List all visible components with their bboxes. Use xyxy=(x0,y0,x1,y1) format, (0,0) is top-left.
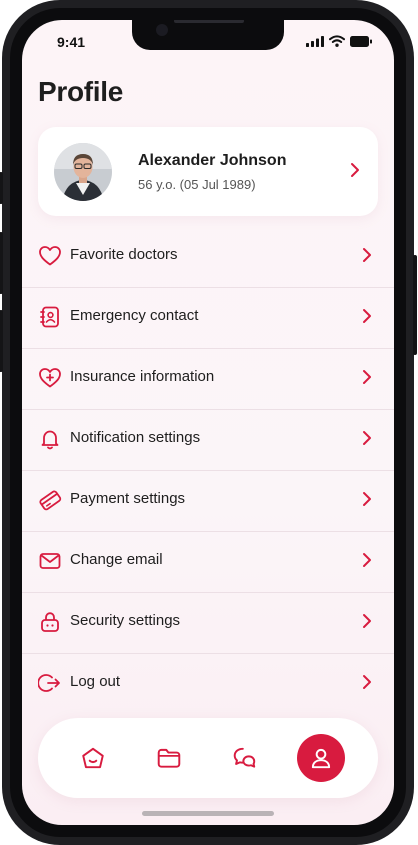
menu-item-label: Change email xyxy=(70,551,163,568)
chevron-right-icon xyxy=(363,370,371,384)
contact-book-icon xyxy=(40,306,59,328)
menu-item-label: Log out xyxy=(70,673,121,690)
chevron-right-icon xyxy=(363,553,371,567)
nav-chat[interactable] xyxy=(229,742,261,774)
chevron-right-icon xyxy=(363,431,371,445)
front-camera xyxy=(156,24,168,36)
screen: 9:41 Profile Alexander Johnson 56 y.o. (… xyxy=(22,20,394,825)
nav-documents[interactable] xyxy=(153,742,185,774)
chevron-right-icon xyxy=(363,492,371,506)
profile-menu: Favorite doctors Emergency contact Insur… xyxy=(22,227,394,714)
power-button xyxy=(413,255,417,355)
profile-age: 56 y.o. (05 Jul 1989) xyxy=(138,177,256,192)
speaker-grille xyxy=(174,20,244,23)
lock-icon xyxy=(41,612,59,632)
heart-icon xyxy=(39,246,61,266)
menu-item-label: Notification settings xyxy=(70,429,201,446)
menu-item-payment-settings[interactable]: Payment settings xyxy=(22,471,394,532)
card-icon xyxy=(39,490,62,511)
chat-icon xyxy=(233,747,256,768)
avatar xyxy=(54,143,112,201)
battery-icon xyxy=(350,35,372,47)
menu-item-favorite-doctors[interactable]: Favorite doctors xyxy=(22,227,394,288)
profile-card[interactable]: Alexander Johnson 56 y.o. (05 Jul 1989) xyxy=(38,127,378,216)
nav-home[interactable] xyxy=(77,742,109,774)
chevron-right-icon xyxy=(363,248,371,262)
menu-item-label: Payment settings xyxy=(70,490,186,507)
bell-icon xyxy=(41,430,59,450)
volume-down-button xyxy=(0,310,3,372)
menu-item-label: Insurance information xyxy=(70,368,215,385)
home-icon xyxy=(82,747,104,769)
menu-item-insurance-information[interactable]: Insurance information xyxy=(22,349,394,410)
menu-item-notification-settings[interactable]: Notification settings xyxy=(22,410,394,471)
folder-icon xyxy=(157,748,181,768)
mute-switch xyxy=(0,172,3,204)
status-icons xyxy=(306,35,372,47)
chevron-right-icon xyxy=(351,163,359,177)
heart-plus-icon xyxy=(39,368,61,388)
menu-item-change-email[interactable]: Change email xyxy=(22,532,394,593)
logout-icon xyxy=(38,674,60,692)
notch xyxy=(132,20,284,50)
profile-name: Alexander Johnson xyxy=(138,152,287,169)
wifi-icon xyxy=(329,35,345,47)
menu-item-security-settings[interactable]: Security settings xyxy=(22,593,394,654)
chevron-right-icon xyxy=(363,614,371,628)
menu-item-label: Emergency contact xyxy=(70,307,199,324)
bottom-nav xyxy=(38,718,378,798)
menu-item-emergency-contact[interactable]: Emergency contact xyxy=(22,288,394,349)
signal-icon xyxy=(306,35,324,47)
volume-up-button xyxy=(0,232,3,294)
status-time: 9:41 xyxy=(57,34,86,50)
user-icon xyxy=(311,748,331,769)
chevron-right-icon xyxy=(363,675,371,689)
chevron-right-icon xyxy=(363,309,371,323)
menu-item-log-out[interactable]: Log out xyxy=(22,654,394,714)
menu-item-label: Security settings xyxy=(70,612,181,629)
nav-profile[interactable] xyxy=(297,734,345,782)
envelope-icon xyxy=(39,553,61,569)
page-title: Profile xyxy=(38,76,124,107)
home-indicator[interactable] xyxy=(142,811,274,816)
menu-item-label: Favorite doctors xyxy=(70,246,178,263)
